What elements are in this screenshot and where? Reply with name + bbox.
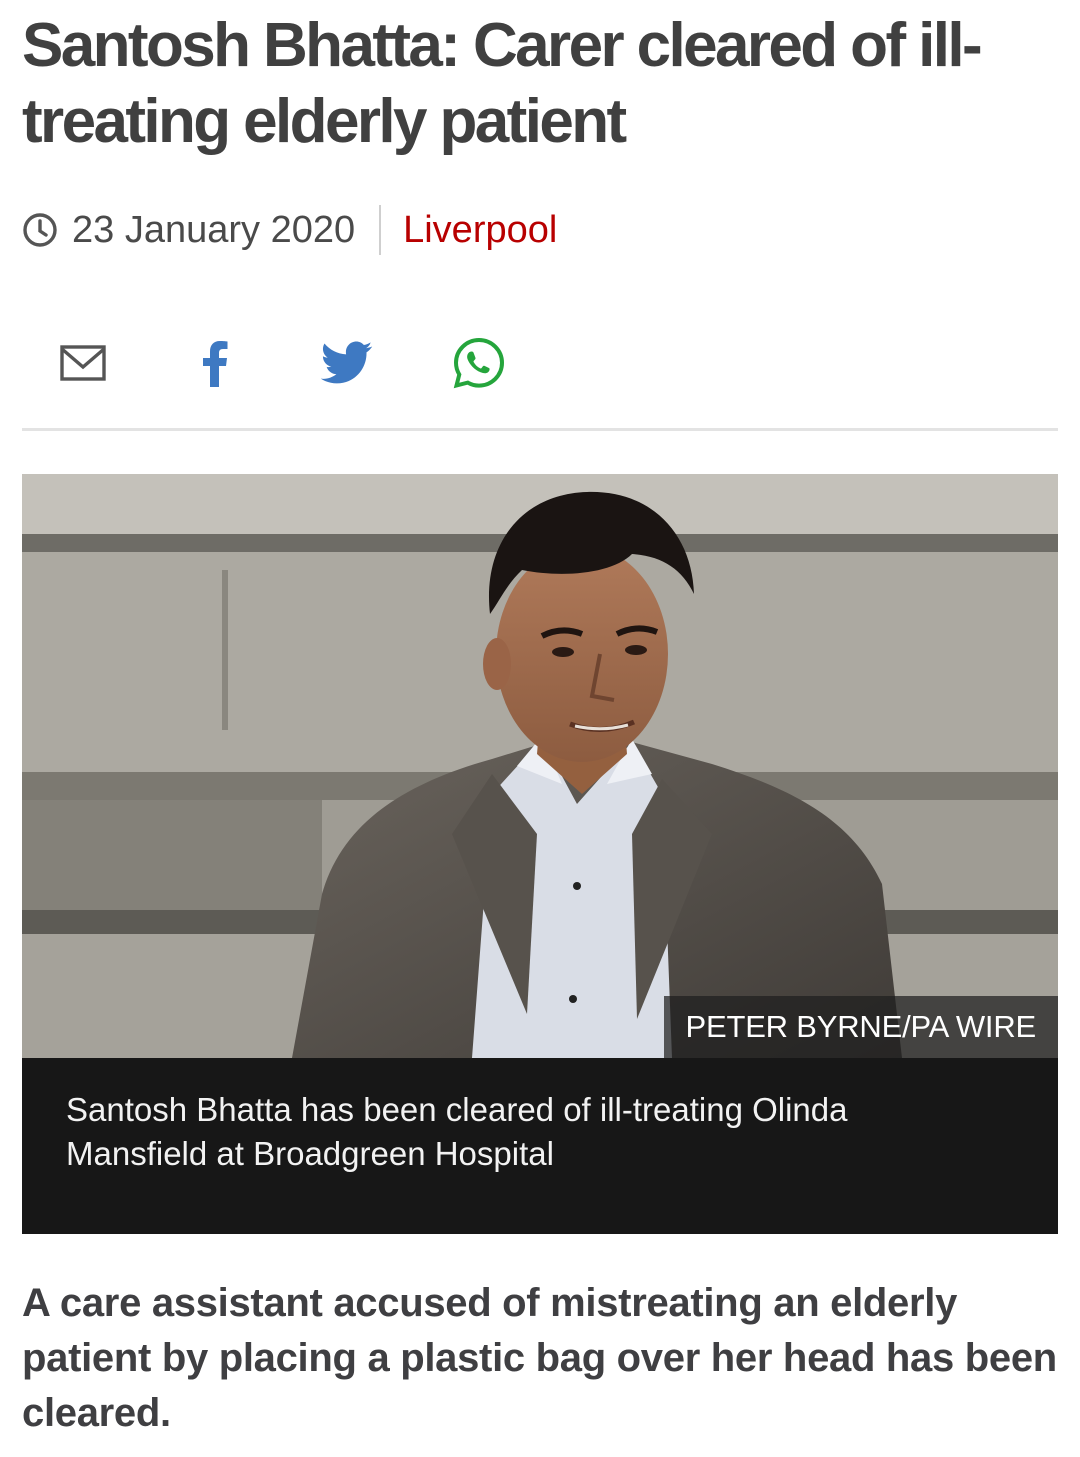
article-meta: 23 January 2020 Liverpool: [22, 204, 557, 256]
article-figure: PETER BYRNE/PA WIRE Santosh Bhatta has b…: [22, 474, 1058, 1234]
whatsapp-icon: [453, 337, 505, 389]
share-bar: [40, 326, 568, 400]
clock-icon: [23, 213, 57, 247]
caption-box: Santosh Bhatta has been cleared of ill-t…: [22, 1058, 1058, 1234]
share-email-button[interactable]: [40, 326, 126, 400]
divider: [22, 428, 1058, 431]
publish-date: 23 January 2020: [72, 208, 356, 251]
email-icon: [60, 345, 106, 381]
article-headline: Santosh Bhatta: Carer cleared of ill-tre…: [22, 11, 983, 156]
meta-divider: [379, 205, 382, 255]
location-link[interactable]: Liverpool: [403, 209, 557, 252]
share-whatsapp-button[interactable]: [436, 326, 522, 400]
photo-credit: PETER BYRNE/PA WIRE: [663, 996, 1058, 1058]
share-facebook-button[interactable]: [172, 326, 258, 400]
photo-illustration: [22, 474, 1058, 1058]
article-photo[interactable]: PETER BYRNE/PA WIRE: [22, 474, 1058, 1058]
twitter-icon: [321, 341, 373, 384]
article-lead: A care assistant accused of mistreating …: [22, 1281, 1057, 1435]
photo-caption: Santosh Bhatta has been cleared of ill-t…: [66, 1091, 848, 1172]
facebook-icon: [203, 341, 228, 387]
share-twitter-button[interactable]: [304, 326, 390, 400]
